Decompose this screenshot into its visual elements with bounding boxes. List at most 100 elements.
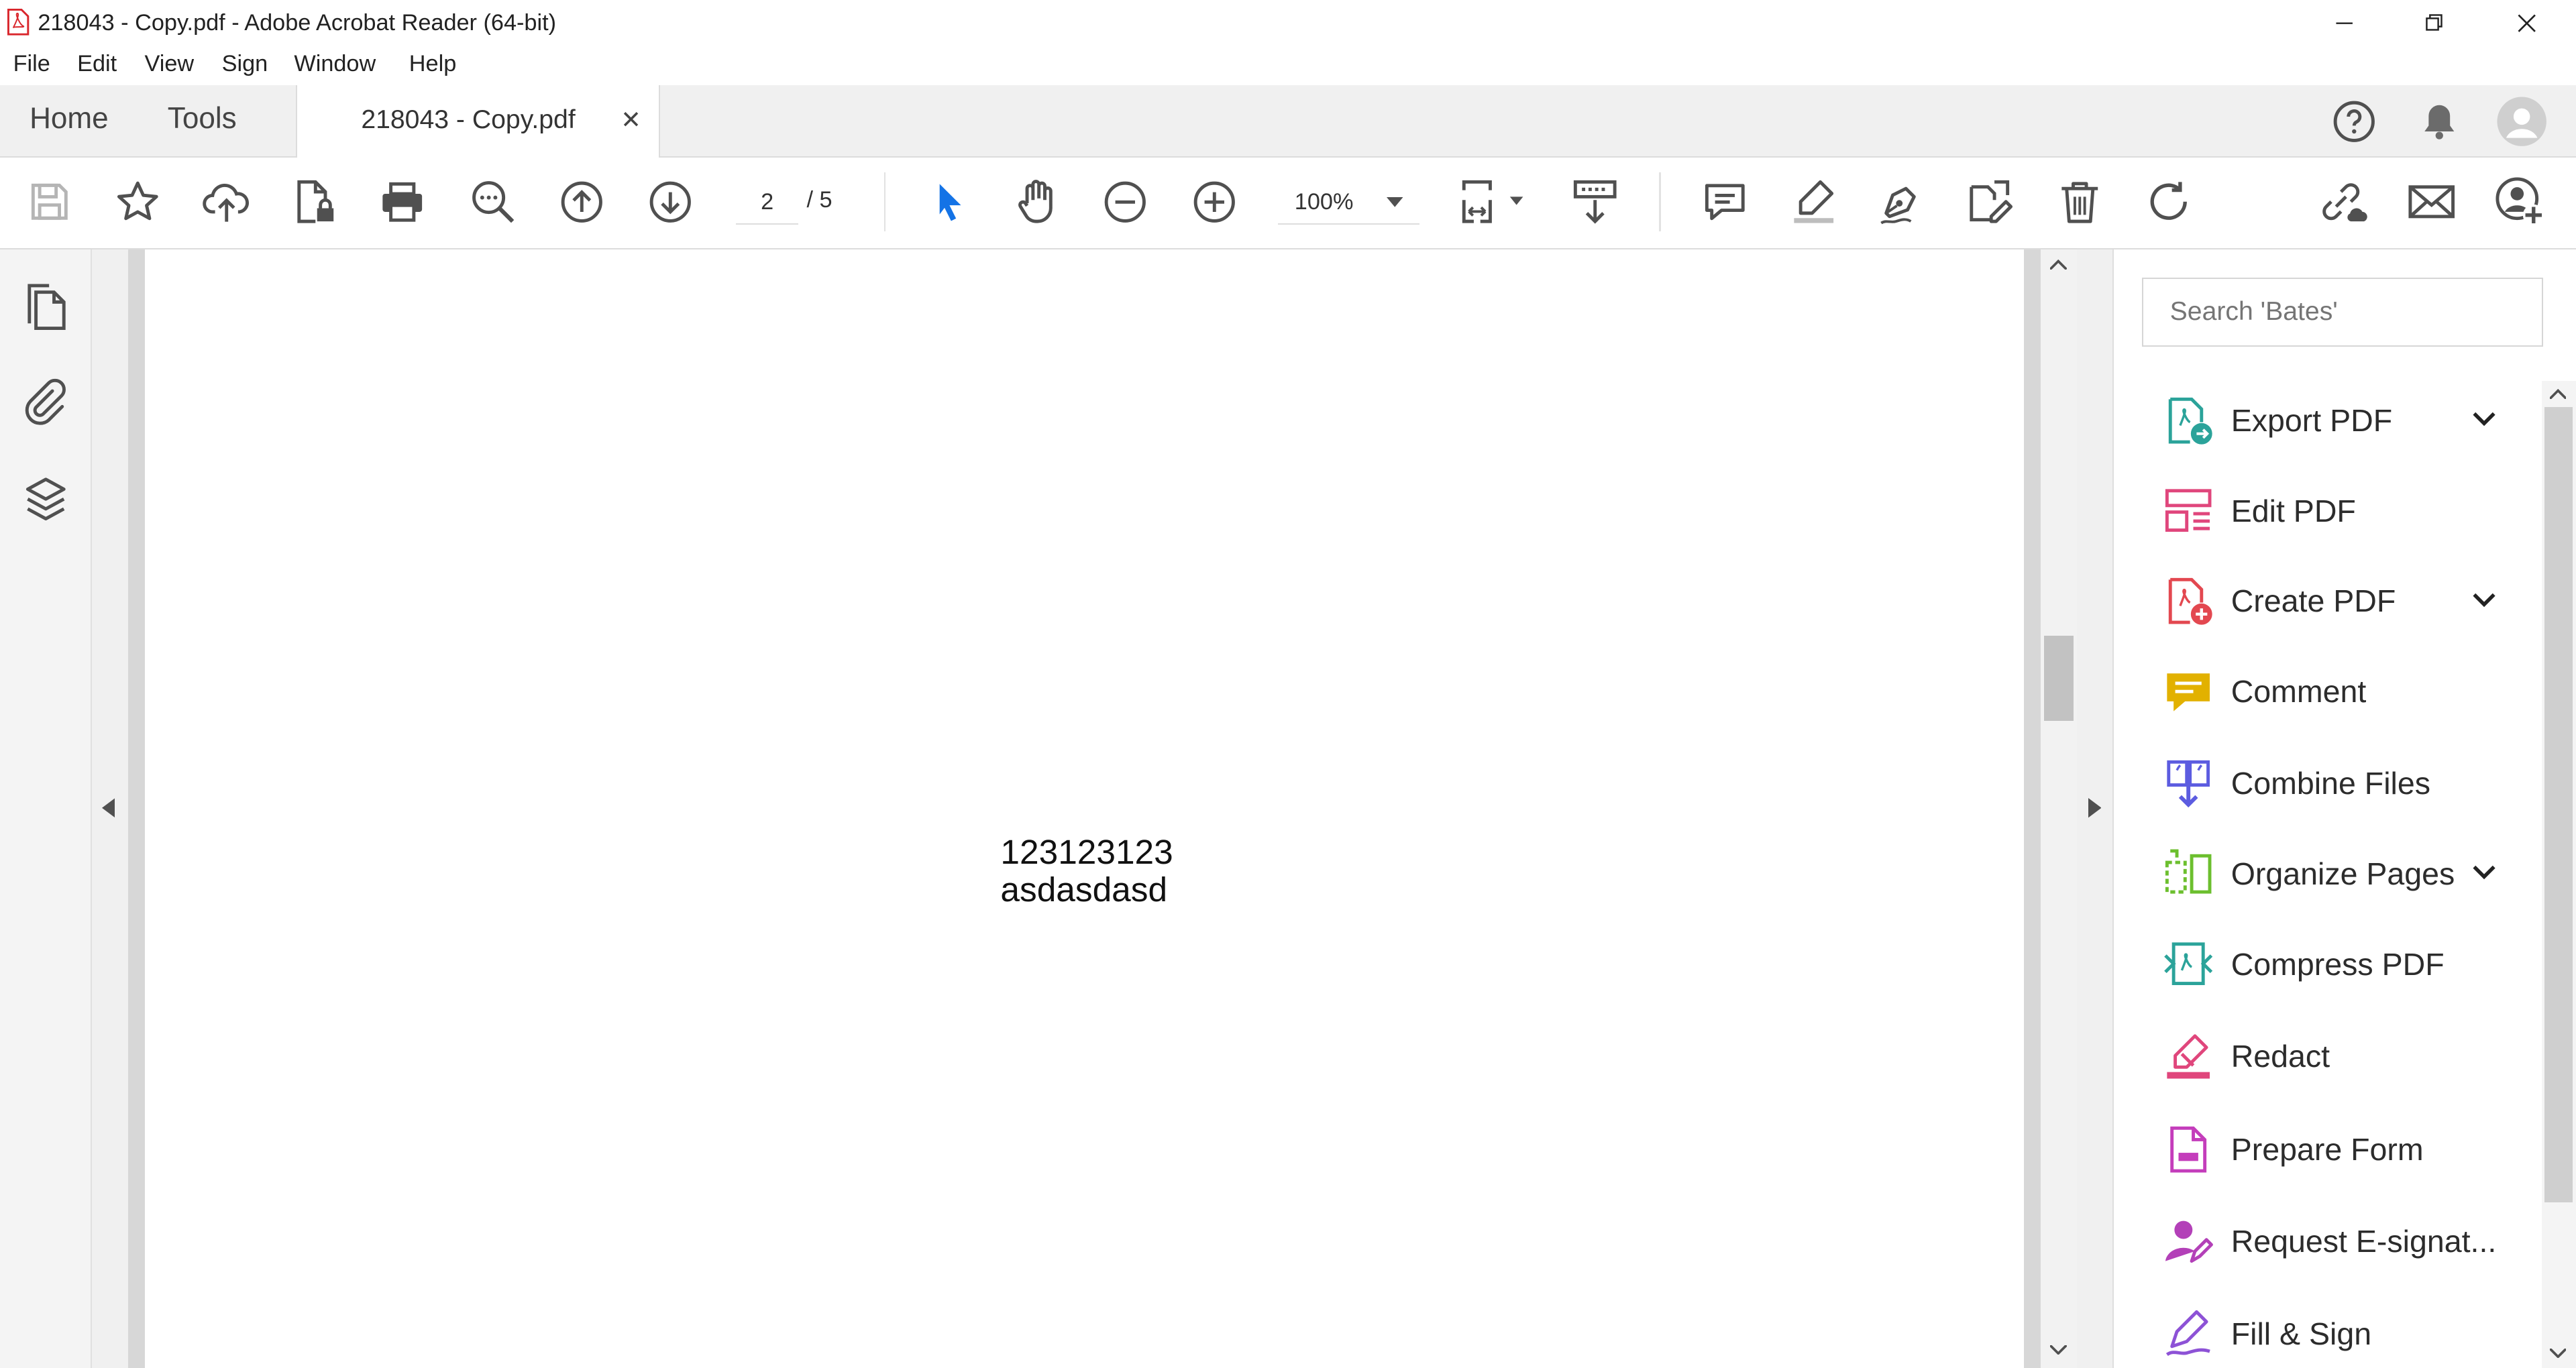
protect-file-button[interactable]	[289, 176, 341, 228]
left-navigation-rail	[0, 249, 92, 1368]
chevron-down-icon[interactable]	[2469, 857, 2499, 887]
envelope-icon	[2408, 185, 2455, 219]
zoom-level-select[interactable]: 100%	[1278, 180, 1419, 225]
tool-organize-pages[interactable]: Organize Pages	[2142, 834, 2516, 913]
page-text-line: asdasdasd	[1000, 869, 1168, 909]
hand-tool-button[interactable]	[1010, 176, 1063, 228]
page-text-line: 123123123	[1000, 832, 1173, 871]
page-thumbnails-button[interactable]	[23, 282, 69, 335]
next-page-button[interactable]	[644, 176, 696, 228]
tool-edit-pdf[interactable]: Edit PDF	[2142, 471, 2516, 551]
highlight-button[interactable]	[1788, 176, 1840, 228]
tool-label: Edit PDF	[2231, 493, 2356, 528]
collapse-right-panel[interactable]	[2076, 249, 2114, 1368]
menu-view[interactable]: View	[145, 51, 195, 77]
scroll-up-icon[interactable]	[2050, 259, 2067, 270]
compress-pdf-icon	[2164, 942, 2213, 986]
cloud-upload-icon	[203, 183, 250, 222]
help-button[interactable]	[2331, 99, 2377, 145]
tab-tools[interactable]: Tools	[168, 102, 237, 135]
document-scrollbar[interactable]	[2040, 249, 2077, 1368]
share-link-button[interactable]	[2316, 176, 2369, 228]
tools-pane-scrollbar[interactable]	[2541, 381, 2576, 1368]
bookmark-star-button[interactable]	[112, 176, 164, 228]
close-tab-icon[interactable]: ✕	[621, 105, 641, 134]
tab-bar: Home Tools 218043 - Copy.pdf ✕	[0, 85, 2576, 158]
create-pdf-icon	[2168, 578, 2212, 625]
tool-prepare-form[interactable]: Prepare Form	[2142, 1110, 2516, 1190]
zoom-in-button[interactable]	[1188, 176, 1240, 228]
minimize-button[interactable]	[2302, 0, 2387, 46]
tool-fill-sign[interactable]: Fill & Sign	[2142, 1294, 2516, 1368]
collapse-left-panel[interactable]	[92, 249, 129, 1368]
tool-label: Organize Pages	[2231, 856, 2455, 891]
restore-button[interactable]	[2392, 0, 2477, 46]
print-button[interactable]	[376, 176, 429, 228]
redact-icon	[2167, 1034, 2210, 1079]
tool-comment[interactable]: Comment	[2142, 652, 2516, 731]
scroll-down-arrow-icon[interactable]	[2549, 1348, 2567, 1359]
chevron-right-icon	[2088, 798, 2102, 818]
menu-edit[interactable]: Edit	[77, 51, 117, 77]
page-number-input[interactable]	[736, 180, 799, 225]
delete-button[interactable]	[2053, 176, 2106, 228]
tool-combine-files[interactable]: Combine Files	[2142, 744, 2516, 823]
tool-request-esignatures[interactable]: Request E-signat...	[2142, 1202, 2516, 1281]
email-button[interactable]	[2405, 176, 2457, 228]
minus-circle-icon	[1104, 181, 1146, 223]
paperclip-icon	[25, 378, 66, 425]
save-button[interactable]	[23, 176, 75, 228]
scroll-down-arrow-icon[interactable]	[2050, 1345, 2067, 1355]
pdf-page[interactable]: 123123123 asdasdasd	[144, 249, 2025, 1368]
page-display-button[interactable]	[1456, 176, 1532, 228]
tool-label: Redact	[2231, 1038, 2330, 1074]
add-comment-button[interactable]	[1699, 176, 1751, 228]
menu-window[interactable]: Window	[294, 51, 376, 77]
layers-button[interactable]	[23, 473, 69, 525]
tools-search-input[interactable]	[2142, 277, 2544, 347]
zoom-out-button[interactable]	[1099, 176, 1151, 228]
tool-redact[interactable]: Redact	[2142, 1017, 2516, 1096]
scroll-down-icon	[1574, 180, 1617, 225]
tool-label: Request E-signat...	[2231, 1224, 2497, 1259]
scrollbar-thumb[interactable]	[2544, 407, 2573, 1202]
scrollbar-thumb[interactable]	[2043, 635, 2074, 722]
save-icon	[31, 184, 68, 221]
tool-create-pdf[interactable]: Create PDF	[2142, 562, 2516, 641]
notifications-button[interactable]	[2416, 99, 2463, 145]
add-user-button[interactable]	[2494, 176, 2546, 228]
rotate-button[interactable]	[2142, 176, 2194, 228]
hand-icon	[1018, 180, 1053, 224]
minimize-icon	[2336, 22, 2353, 24]
edit-signature-button[interactable]	[1964, 176, 2016, 228]
select-tool-button[interactable]	[923, 176, 975, 228]
chevron-down-icon[interactable]	[2469, 404, 2499, 433]
close-window-button[interactable]	[2484, 0, 2569, 46]
prepare-form-icon	[2170, 1126, 2206, 1173]
tool-export-pdf[interactable]: Export PDF	[2142, 381, 2516, 460]
scroll-mode-button[interactable]	[1569, 176, 1621, 228]
attachments-button[interactable]	[23, 376, 69, 429]
edit-pdf-icon	[2165, 489, 2212, 532]
comment-icon	[1705, 184, 1745, 221]
printer-icon	[382, 182, 423, 222]
menu-sign[interactable]: Sign	[222, 51, 268, 77]
upload-cloud-button[interactable]	[201, 176, 253, 228]
combine-files-icon	[2167, 760, 2210, 808]
previous-page-button[interactable]	[555, 176, 608, 228]
file-lock-icon	[297, 180, 334, 224]
draw-button[interactable]	[1874, 176, 1927, 228]
account-button[interactable]	[2496, 95, 2548, 148]
search-icon	[472, 181, 515, 223]
menu-file[interactable]: File	[13, 51, 50, 77]
comment-tool-icon	[2167, 673, 2210, 711]
tool-compress-pdf[interactable]: Compress PDF	[2142, 925, 2516, 1004]
tab-document[interactable]: 218043 - Copy.pdf ✕	[295, 85, 660, 158]
menu-help[interactable]: Help	[409, 51, 456, 77]
help-icon	[2333, 101, 2375, 142]
chevron-down-icon[interactable]	[2469, 585, 2499, 614]
find-text-button[interactable]	[467, 176, 519, 228]
menu-bar: File Edit View Sign Window Help	[0, 46, 2576, 86]
scroll-up-icon[interactable]	[2549, 389, 2567, 400]
tab-home[interactable]: Home	[30, 102, 109, 135]
